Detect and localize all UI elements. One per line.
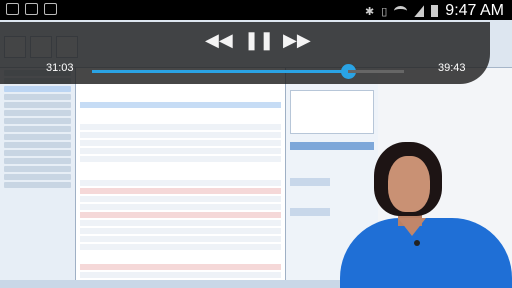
seek-remaining [348,70,404,73]
outlook-folder-pane [0,68,76,280]
voicemail-icon [44,3,57,15]
seek-progress [92,70,348,73]
bluetooth-icon: ✱ [365,5,375,18]
media-controls: ◀◀ ❚❚ ▶▶ 31:03 39:43 [0,22,490,84]
outlook-message-list [76,68,286,280]
seek-bar[interactable] [92,64,356,79]
clock: 9:47 AM [445,2,504,19]
rewind-icon[interactable]: ◀◀ [205,30,233,50]
wifi-icon [394,6,408,16]
microphone-icon [414,240,420,246]
elapsed-time: 31:03 [46,62,74,74]
image-icon [25,3,38,15]
fast-forward-icon[interactable]: ▶▶ [283,30,311,50]
status-right-icons: ✱ ▯ 9:47 AM [365,2,504,20]
battery-icon [431,5,439,17]
signal-icon [414,5,425,17]
pause-icon[interactable]: ❚❚ [244,30,274,50]
presenter-video [336,122,512,288]
notification-icon [6,3,19,15]
total-time: 39:43 [438,62,466,74]
status-left-icons [6,3,57,15]
vibrate-icon: ▯ [381,5,388,18]
android-status-bar: ✱ ▯ 9:47 AM [0,0,512,20]
